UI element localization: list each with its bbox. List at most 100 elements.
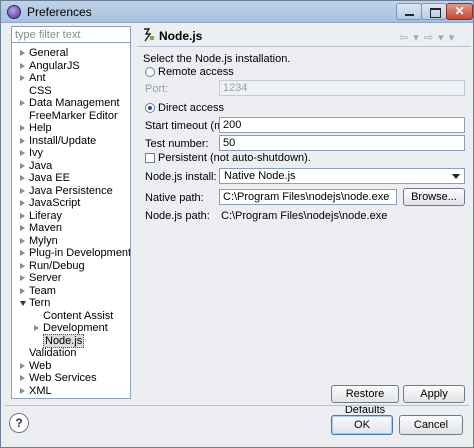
tree-item-label: JavaScript [29, 197, 81, 209]
tree-item-label: Java EE [29, 172, 70, 184]
install-select[interactable]: Native Node.js [219, 168, 465, 184]
test-number-label: Test number: [145, 138, 209, 150]
collapsed-arrow-icon[interactable] [20, 162, 25, 169]
collapsed-arrow-icon[interactable] [20, 100, 25, 106]
port-field [219, 80, 465, 96]
filter-input[interactable] [11, 26, 131, 43]
node-page-icon [144, 28, 154, 42]
minimize-button[interactable] [396, 3, 422, 20]
collapsed-arrow-icon[interactable] [34, 325, 39, 331]
tree-item[interactable]: General [12, 47, 130, 59]
help-icon[interactable]: ? [9, 413, 29, 433]
install-label: Node.js install: [145, 171, 217, 183]
forward-icon[interactable]: ⇨ ▾ [424, 32, 445, 44]
tree-item-label: Ant [29, 72, 46, 84]
tree-item[interactable]: Development [12, 322, 130, 334]
install-select-value: Native Node.js [224, 170, 296, 182]
tree-item[interactable]: JavaScript [12, 197, 130, 209]
tree-item-label: Web Services [29, 372, 97, 384]
eclipse-icon [7, 5, 21, 19]
native-path-field[interactable] [219, 189, 397, 205]
tree-item[interactable]: Team [12, 285, 130, 297]
tree-item[interactable]: AngularJS [12, 60, 130, 72]
apply-button[interactable]: Apply [403, 385, 465, 403]
collapsed-arrow-icon[interactable] [20, 387, 25, 394]
tree-item[interactable]: FreeMarker Editor [12, 110, 130, 122]
direct-access-radio[interactable] [145, 103, 155, 113]
tree-item[interactable]: Java [12, 160, 130, 172]
tree-item-label: Install/Update [29, 134, 97, 147]
tree-item[interactable]: Java EE [12, 172, 130, 184]
title-divider [137, 46, 471, 47]
collapsed-arrow-icon[interactable] [20, 137, 25, 144]
tree-item[interactable]: Install/Update [12, 135, 130, 147]
ok-button[interactable]: OK [331, 415, 393, 435]
close-button[interactable]: ✕ [446, 3, 473, 20]
collapsed-arrow-icon[interactable] [20, 187, 25, 194]
tree-item[interactable]: Web [12, 360, 130, 372]
start-timeout-field[interactable] [219, 117, 465, 133]
tree-item-label: Node.js [43, 333, 85, 348]
persistent-checkbox[interactable] [145, 153, 155, 163]
collapsed-arrow-icon[interactable] [20, 125, 25, 131]
tree-item[interactable]: Run/Debug [12, 260, 130, 272]
tree-item-label: Development [43, 322, 108, 334]
tree-item-label: Mylyn [29, 234, 58, 247]
tree-item-label: Plug-in Development [29, 247, 131, 259]
tree-item-label: AngularJS [29, 59, 80, 72]
collapsed-arrow-icon[interactable] [20, 200, 25, 206]
preference-tree[interactable]: General AngularJS Ant CSS Data Management Fre… [11, 42, 131, 399]
tree-item[interactable]: Ant [12, 72, 130, 84]
tree-item[interactable]: Data Management [12, 97, 130, 109]
tree-item[interactable]: Node.js [12, 333, 130, 348]
tree-item-label: Validation [29, 347, 77, 359]
remote-access-radio[interactable] [145, 67, 155, 77]
collapsed-arrow-icon[interactable] [20, 375, 25, 381]
collapsed-arrow-icon[interactable] [20, 287, 25, 294]
expanded-arrow-icon[interactable] [20, 301, 26, 306]
page-title: Node.js [159, 29, 203, 43]
view-menu-icon[interactable]: ▾ [449, 32, 456, 44]
tree-item-label: Tern [29, 297, 51, 309]
node-path-value: C:\Program Files\nodejs\node.exe [221, 210, 388, 222]
tree-item[interactable]: Maven [12, 222, 130, 234]
tree-item[interactable]: Validation [12, 347, 130, 359]
collapsed-arrow-icon[interactable] [20, 225, 25, 231]
tree-item[interactable]: Plug-in Development [12, 247, 130, 259]
browse-button[interactable]: Browse... [403, 188, 465, 206]
footer-divider [5, 405, 469, 406]
tree-item[interactable]: Help [12, 122, 130, 134]
test-number-field[interactable] [219, 135, 465, 151]
collapsed-arrow-icon[interactable] [20, 50, 25, 56]
collapsed-arrow-icon[interactable] [20, 275, 25, 281]
back-icon[interactable]: ⇦ ▾ [399, 32, 420, 44]
collapsed-arrow-icon[interactable] [20, 175, 25, 181]
tree-item[interactable]: Liferay [12, 210, 130, 222]
restore-defaults-button[interactable]: Restore Defaults [331, 385, 399, 416]
collapsed-arrow-icon[interactable] [20, 62, 25, 69]
tree-item[interactable]: CSS [12, 85, 130, 97]
collapsed-arrow-icon[interactable] [20, 362, 25, 369]
tree-item[interactable]: Java Persistence [12, 185, 130, 197]
tree-item[interactable]: Content Assist [12, 310, 130, 322]
tree-item-label: Ivy [29, 147, 44, 159]
persistent-label: Persistent (not auto-shutdown). [158, 152, 311, 164]
collapsed-arrow-icon[interactable] [20, 250, 25, 256]
cancel-button[interactable]: Cancel [399, 415, 463, 435]
collapsed-arrow-icon[interactable] [20, 212, 25, 219]
description-text: Select the Node.js installation. [143, 53, 291, 65]
collapsed-arrow-icon[interactable] [20, 150, 25, 156]
collapsed-arrow-icon[interactable] [20, 262, 25, 269]
tree-item[interactable]: Server [12, 272, 130, 284]
collapsed-arrow-icon[interactable] [20, 237, 25, 244]
collapsed-arrow-icon[interactable] [20, 75, 25, 81]
tree-item-label: XML [29, 384, 52, 397]
tree-item-label: Team [29, 284, 56, 297]
tree-item[interactable]: Web Services [12, 372, 130, 384]
direct-access-label: Direct access [158, 102, 225, 114]
tree-item[interactable]: Ivy [12, 147, 130, 159]
tree-item[interactable]: Mylyn [12, 235, 130, 247]
tree-item[interactable]: XML [12, 385, 130, 397]
maximize-button[interactable] [421, 3, 447, 20]
tree-item[interactable]: Tern [12, 297, 130, 309]
